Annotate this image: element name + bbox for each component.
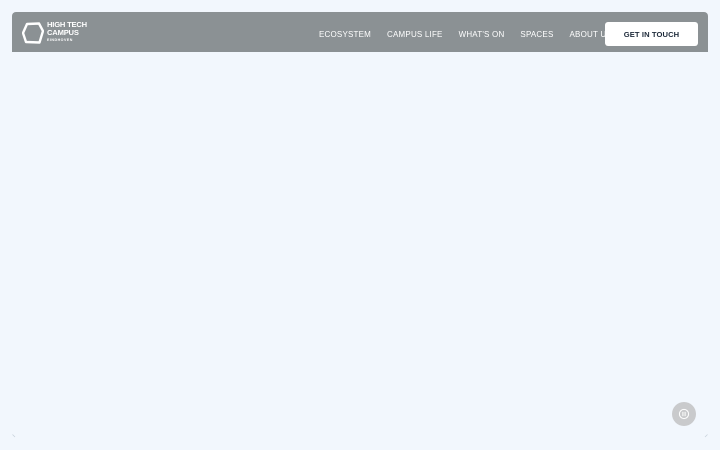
nav-item-whats-on[interactable]: WHAT'S ON [451, 30, 513, 39]
get-in-touch-button[interactable]: GET IN TOUCH [605, 22, 698, 46]
nav-item-ecosystem[interactable]: ECOSYSTEM [311, 30, 379, 39]
logo-wordmark: HIGH TECH CAMPUS EINDHOVEN [47, 21, 87, 43]
logo-link[interactable]: HIGH TECH CAMPUS EINDHOVEN [22, 21, 87, 47]
logo-line-2: CAMPUS [47, 28, 79, 37]
page: HIGH TECH CAMPUS EINDHOVEN ECOSYSTEM CAM… [0, 0, 720, 450]
pause-button[interactable] [672, 402, 696, 426]
pause-icon [678, 408, 690, 420]
logo-subline: EINDHOVEN [47, 38, 73, 42]
site-header: HIGH TECH CAMPUS EINDHOVEN ECOSYSTEM CAM… [12, 12, 708, 52]
corner-marker-right [704, 434, 708, 438]
hexagon-outline-icon [22, 22, 44, 44]
nav-item-campus-life[interactable]: CAMPUS LIFE [379, 30, 451, 39]
corner-marker-left [12, 434, 16, 438]
nav-item-spaces[interactable]: SPACES [512, 30, 561, 39]
main-nav: ECOSYSTEM CAMPUS LIFE WHAT'S ON SPACES A… [311, 12, 620, 56]
